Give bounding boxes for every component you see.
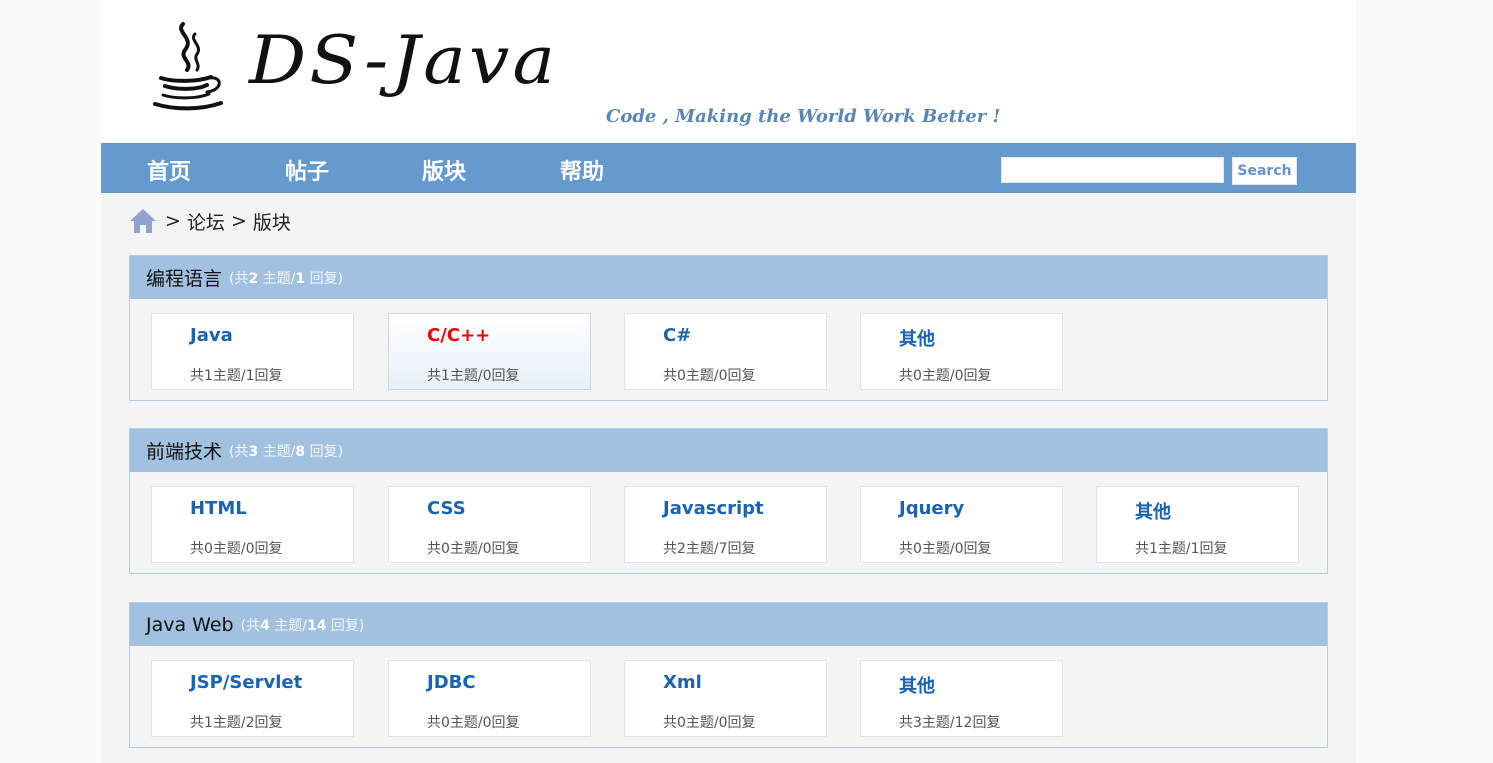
category-stats: (共3 主题/8 回复) (229, 443, 344, 460)
category-header: Java Web (共4 主题/14 回复) (130, 603, 1327, 646)
category-title[interactable]: 编程语言 (146, 264, 222, 291)
board-card[interactable]: 其他 共1主题/1回复 (1096, 486, 1299, 563)
site-slogan: Code , Making the World Work Better ! (606, 106, 1001, 127)
board-stats: 共0主题/0回复 (899, 368, 992, 384)
board-name[interactable]: 其他 (1135, 498, 1171, 524)
board-name[interactable]: Jquery (899, 498, 964, 519)
board-stats: 共1主题/2回复 (190, 715, 283, 731)
board-card[interactable]: Javascript 共2主题/7回复 (624, 486, 827, 563)
board-stats: 共1主题/0回复 (427, 368, 520, 384)
category-stats: (共2 主题/1 回复) (229, 270, 344, 287)
category-stats: (共4 主题/14 回复) (240, 617, 365, 634)
board-stats: 共2主题/7回复 (663, 541, 756, 557)
board-name[interactable]: JSP/Servlet (190, 672, 302, 693)
site-logo-text: DS-Java (249, 22, 559, 99)
category-header: 编程语言 (共2 主题/1 回复) (130, 256, 1327, 299)
java-cup-icon (153, 22, 223, 111)
search-input[interactable] (1001, 157, 1224, 183)
page-container: DS-Java Code , Making the World Work Bet… (101, 0, 1356, 763)
board-stats: 共0主题/0回复 (663, 715, 756, 731)
breadcrumb: > 论坛 > 版块 (129, 206, 297, 236)
nav-boards[interactable]: 版块 (422, 154, 466, 186)
board-card[interactable]: JSP/Servlet 共1主题/2回复 (151, 660, 354, 737)
board-card[interactable]: CSS 共0主题/0回复 (388, 486, 591, 563)
board-card[interactable]: HTML 共0主题/0回复 (151, 486, 354, 563)
board-name[interactable]: C# (663, 325, 691, 346)
board-card[interactable]: JDBC 共0主题/0回复 (388, 660, 591, 737)
board-card[interactable]: Xml 共0主题/0回复 (624, 660, 827, 737)
board-card[interactable]: Java 共1主题/1回复 (151, 313, 354, 390)
board-name[interactable]: C/C++ (427, 325, 490, 346)
board-stats: 共0主题/0回复 (663, 368, 756, 384)
board-name[interactable]: HTML (190, 498, 247, 519)
board-name[interactable]: Xml (663, 672, 702, 693)
board-card[interactable]: Jquery 共0主题/0回复 (860, 486, 1063, 563)
category-title[interactable]: 前端技术 (146, 437, 222, 464)
board-card[interactable]: 其他 共3主题/12回复 (860, 660, 1063, 737)
board-stats: 共0主题/0回复 (190, 541, 283, 557)
board-name[interactable]: Javascript (663, 498, 764, 519)
main-nav: 首页 帖子 版块 帮助 Search (101, 143, 1356, 193)
category-section: 编程语言 (共2 主题/1 回复) Java 共1主题/1回复 C/C++ 共1… (129, 255, 1328, 401)
board-stats: 共1主题/1回复 (1135, 541, 1228, 557)
breadcrumb-separator: > (165, 210, 181, 232)
board-card[interactable]: 其他 共0主题/0回复 (860, 313, 1063, 390)
board-card[interactable]: C# 共0主题/0回复 (624, 313, 827, 390)
board-card-active[interactable]: C/C++ 共1主题/0回复 (388, 313, 591, 390)
breadcrumb-separator: > (230, 210, 247, 232)
nav-home[interactable]: 首页 (147, 154, 191, 186)
home-icon[interactable] (129, 207, 157, 235)
board-stats: 共0主题/0回复 (427, 541, 520, 557)
category-section: Java Web (共4 主题/14 回复) JSP/Servlet 共1主题/… (129, 602, 1328, 748)
category-header: 前端技术 (共3 主题/8 回复) (130, 429, 1327, 472)
nav-posts[interactable]: 帖子 (285, 154, 329, 186)
board-stats: 共3主题/12回复 (899, 715, 1001, 731)
nav-help[interactable]: 帮助 (560, 154, 604, 186)
breadcrumb-forum-link[interactable]: 论坛 (187, 208, 225, 235)
category-title[interactable]: Java Web (146, 614, 234, 636)
board-name[interactable]: JDBC (427, 672, 476, 693)
search-button[interactable]: Search (1232, 157, 1297, 185)
board-stats: 共1主题/1回复 (190, 368, 283, 384)
board-name[interactable]: 其他 (899, 325, 935, 351)
site-header: DS-Java Code , Making the World Work Bet… (101, 0, 1356, 143)
board-name[interactable]: CSS (427, 498, 466, 519)
breadcrumb-current: 版块 (252, 211, 291, 234)
board-stats: 共0主题/0回复 (427, 715, 520, 731)
board-name[interactable]: 其他 (899, 672, 935, 698)
board-name[interactable]: Java (190, 325, 233, 346)
category-section: 前端技术 (共3 主题/8 回复) HTML 共0主题/0回复 CSS 共0主题… (129, 428, 1328, 574)
board-stats: 共0主题/0回复 (899, 541, 992, 557)
